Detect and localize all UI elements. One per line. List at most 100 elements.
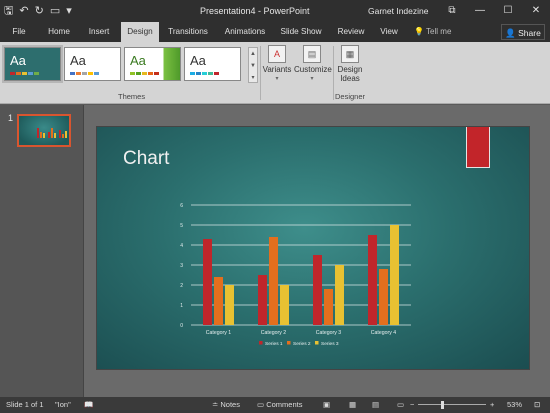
slide-count-status: Slide 1 of 1 [6,400,44,409]
slide-thumbnail[interactable] [17,114,71,147]
theme-thumb-text: Aa [70,53,86,68]
chart-bar [313,255,322,325]
customize-icon: ▤ [303,45,321,63]
comments-label: Comments [266,400,303,409]
y-tick-label: 4 [180,243,183,249]
ribbon-separator [333,46,334,100]
tell-me-box[interactable]: 💡 Tell me [414,22,451,42]
tab-home[interactable]: Home [40,22,78,42]
more-icon[interactable]: ▾ [251,75,254,81]
chart-graphic[interactable]: 0 1 2 3 4 5 6 Category 1 Category 2 Category 3 Cat… [97,127,530,370]
tab-insert[interactable]: Insert [81,22,117,42]
person-icon: 👤 [505,28,516,38]
slide-sorter-icon[interactable]: ▦ [349,397,356,413]
tab-transitions[interactable]: Transitions [163,22,213,42]
spellcheck-icon[interactable]: 📖 [84,397,93,413]
themes-gallery-scroll[interactable]: ▲ ▼ ▾ [248,47,258,83]
y-tick-label: 1 [180,303,183,309]
workspace: 1 Chart 0 1 2 3 4 5 6 Category 1 Category 2 Categ… [0,105,550,397]
chevron-up-icon[interactable]: ▲ [250,51,256,57]
theme-thumb-integral[interactable]: Aa [184,47,241,81]
minimize-button[interactable]: — [466,0,494,22]
theme-thumb-office[interactable]: Aa [64,47,121,81]
comment-icon: ▭ [257,400,265,409]
tab-file[interactable]: File [4,22,34,42]
customize-label: Customize [294,65,332,74]
fit-slide-icon[interactable]: ⊡ [534,397,540,413]
notes-button[interactable]: ≐ Notes [212,397,240,413]
chevron-down-icon[interactable]: ▼ [250,63,256,69]
chart-bar [225,285,234,325]
designer-group-label: Designer [335,92,366,101]
customize-qat-icon[interactable]: ▾ [66,0,72,22]
design-ideas-label-1: Design [337,65,363,74]
tab-animations[interactable]: Animations [219,22,271,42]
legend-swatch [315,341,319,345]
lightbulb-icon: 💡 [414,27,424,36]
chart-bar [390,225,399,325]
chart-bar [368,235,377,325]
zoom-out-icon[interactable]: − [410,397,414,413]
chart-bar [258,275,267,325]
maximize-button[interactable]: ☐ [494,0,522,22]
y-tick-label: 6 [180,203,183,209]
variants-label: Variants [262,65,292,74]
notes-icon: ≐ [212,400,219,409]
theme-swatches [190,72,219,75]
slide-thumbnails-pane: 1 [0,105,84,397]
variants-button[interactable]: A Variants ▾ [262,45,292,82]
themes-gallery: Aa Aa Aa Aa [2,45,241,85]
theme-thumb-ion[interactable]: Aa [2,45,63,83]
tab-slide-show[interactable]: Slide Show [277,22,325,42]
zoom-slider-thumb[interactable] [441,401,444,409]
x-tick-label: Category 1 [206,330,231,336]
customize-button[interactable]: ▤ Customize ▾ [294,45,332,82]
chart-bar [335,265,344,325]
design-ideas-label-2: Ideas [340,74,360,83]
chevron-down-icon: ▾ [310,76,314,82]
theme-thumb-facet[interactable]: Aa [124,47,181,81]
slide-show-icon[interactable]: ▭ [397,397,404,413]
redo-icon[interactable]: ↻ [35,0,44,22]
chart-bar [280,285,289,325]
undo-icon[interactable]: ↶ [19,0,28,22]
slide-canvas[interactable]: Chart 0 1 2 3 4 5 6 Category 1 Category 2 Categor… [96,126,530,370]
quick-access-toolbar: 🖫 ↶ ↻ ▭ ▾ [4,0,72,22]
y-tick-label: 2 [180,283,183,289]
tell-me-label: Tell me [426,27,452,36]
x-tick-label: Category 3 [316,330,341,336]
chart-bar [379,269,388,325]
ribbon-tabs: File Home Insert Design Transitions Anim… [0,22,550,42]
start-from-beginning-icon[interactable]: ▭ [50,0,60,22]
zoom-in-icon[interactable]: + [490,397,494,413]
notes-label: Notes [220,400,240,409]
chart-bar [324,289,333,325]
normal-view-icon[interactable]: ▣ [323,397,330,413]
design-ideas-button[interactable]: ▦ Design Ideas [336,45,364,83]
theme-thumb-text: Aa [190,53,206,68]
theme-swatches [70,72,99,75]
chart-bar [203,239,212,325]
tab-review[interactable]: Review [332,22,370,42]
chevron-down-icon: ▾ [275,76,279,82]
close-button[interactable]: ✕ [522,0,550,22]
variants-icon: A [268,45,286,63]
y-tick-label: 0 [180,323,183,329]
themes-group-label: Themes [118,92,146,101]
tab-design[interactable]: Design [121,22,159,42]
slide-number: 1 [8,113,14,123]
comments-button[interactable]: ▭ Comments [257,397,302,413]
ribbon-display-options-icon[interactable]: ⧉ [438,0,466,22]
user-name[interactable]: Garnet Indezine [368,0,428,22]
share-button[interactable]: 👤 Share [501,24,545,40]
theme-thumb-text: Aa [10,53,26,68]
zoom-level[interactable]: 53% [507,397,522,413]
tab-view[interactable]: View [374,22,404,42]
ribbon-separator [260,46,261,100]
zoom-slider[interactable] [418,404,486,405]
reading-view-icon[interactable]: ▤ [372,397,379,413]
design-ideas-icon: ▦ [341,45,359,63]
theme-name-status: "Ion" [55,400,71,409]
share-label: Share [518,28,541,38]
save-icon[interactable]: 🖫 [4,0,13,22]
